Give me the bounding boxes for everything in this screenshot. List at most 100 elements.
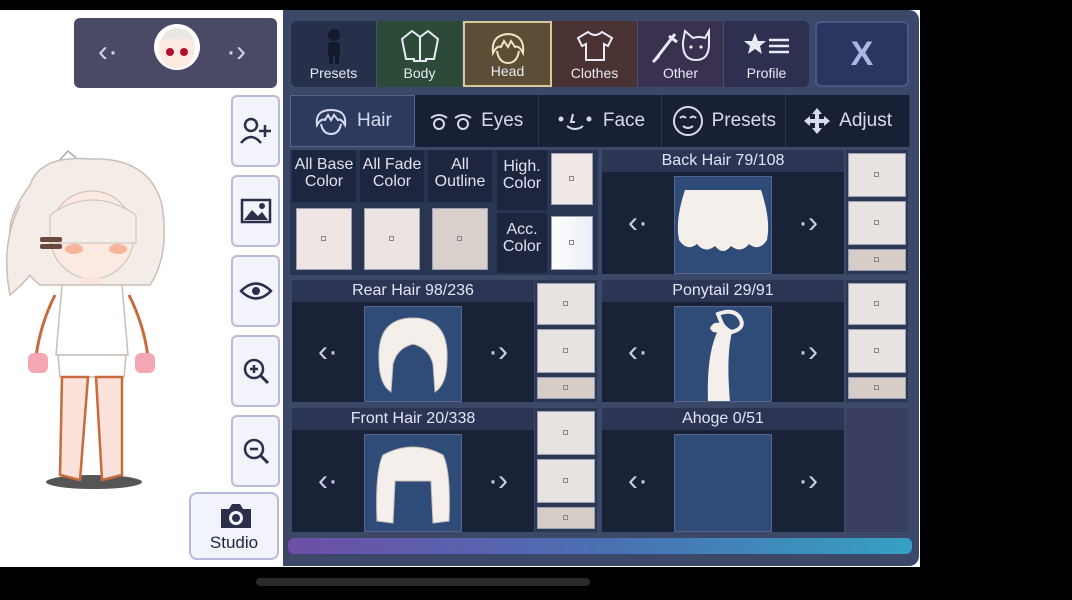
silhouette-icon [327, 29, 340, 64]
rear-hair-next-arrow-icon[interactable]: ·› [462, 302, 534, 402]
studio-button[interactable]: Studio [189, 492, 279, 560]
head-subtabs: Hair Eyes Face Presets Adjust [290, 95, 910, 147]
category-profile[interactable]: Profile [724, 21, 809, 87]
shirt-icon [576, 30, 613, 61]
all-base-color-swatch[interactable] [296, 208, 352, 270]
hair-icon [491, 32, 524, 65]
ahoge-next-arrow-icon[interactable]: ·› [772, 430, 844, 532]
eyes-icon [430, 114, 472, 130]
camera-icon [221, 504, 251, 528]
star-list-icon [743, 33, 789, 54]
toggle-visibility-button[interactable] [231, 255, 280, 327]
tab-face[interactable]: Face [539, 95, 663, 147]
ahoge-selector: Ahoge 0/51 ‹· ·› [602, 408, 844, 532]
tab-eyes[interactable]: Eyes [415, 95, 539, 147]
tab-presets[interactable]: Presets [662, 95, 787, 147]
all-base-color-label: All Base Color [292, 150, 356, 202]
rear-hair-color-swatch[interactable] [537, 329, 595, 373]
acc-color-label: Acc. Color [497, 213, 547, 273]
character-selector: ‹· ·› [74, 18, 277, 88]
ponytail-outline-swatch[interactable] [848, 377, 906, 399]
eye-icon [238, 282, 273, 300]
ponytail-preview[interactable] [674, 306, 772, 402]
ponytail-title: Ponytail 29/91 [602, 280, 844, 302]
front-hair-selector: Front Hair 20/338 ‹· ·› [292, 408, 534, 532]
add-character-button[interactable] [231, 95, 280, 167]
front-hair-color-swatch[interactable] [537, 411, 595, 455]
back-hair-selector: Back Hair 79/108 ‹· ·› [602, 150, 844, 274]
zoom-in-icon [243, 358, 269, 385]
category-label: Presets [309, 65, 358, 81]
all-fade-color-swatch[interactable] [364, 208, 420, 270]
category-presets[interactable]: Presets [291, 21, 377, 87]
face-icon [558, 113, 592, 130]
tab-label: Hair [356, 110, 392, 131]
zoom-out-button[interactable] [231, 415, 280, 487]
front-hair-preview[interactable] [364, 434, 462, 532]
back-hair-outline-swatch[interactable] [848, 249, 906, 271]
jacket-icon [400, 29, 439, 62]
back-hair-title: Back Hair 79/108 [602, 150, 844, 172]
front-hair-next-arrow-icon[interactable]: ·› [462, 430, 534, 532]
tab-label: Eyes [481, 110, 524, 131]
screen-edge [920, 0, 1072, 600]
acc-color-swatch[interactable] [551, 216, 593, 270]
category-body[interactable]: Body [377, 21, 463, 87]
ahoge-preview[interactable] [674, 434, 772, 532]
ahoge-prev-arrow-icon[interactable]: ‹· [602, 430, 674, 532]
category-label: Body [403, 65, 436, 81]
sword-cat-icon [651, 28, 710, 64]
tab-label: Presets [711, 110, 776, 131]
tab-label: Adjust [839, 110, 892, 131]
front-hair-color-swatch[interactable] [537, 459, 595, 503]
image-icon [240, 198, 271, 224]
category-clothes[interactable]: Clothes [552, 21, 638, 87]
all-fade-color-label: All Fade Color [360, 150, 424, 202]
category-other[interactable]: Other [638, 21, 724, 87]
back-hair-preview[interactable] [674, 176, 772, 274]
home-indicator[interactable] [256, 578, 590, 586]
background-button[interactable] [231, 175, 280, 247]
hair-icon [315, 108, 347, 135]
category-head[interactable]: Head [463, 21, 552, 87]
zoom-in-button[interactable] [231, 335, 280, 407]
next-character-arrow-icon[interactable]: ·› [226, 32, 246, 72]
category-label: Clothes [570, 65, 619, 81]
back-hair-prev-arrow-icon[interactable]: ‹· [602, 172, 674, 274]
zoom-out-icon [243, 438, 269, 465]
prev-character-arrow-icon[interactable]: ‹· [98, 32, 118, 72]
rear-hair-outline-swatch[interactable] [537, 377, 595, 399]
rear-hair-selector: Rear Hair 98/236 ‹· ·› [292, 280, 534, 402]
back-hair-next-arrow-icon[interactable]: ·› [772, 172, 844, 274]
front-hair-outline-swatch[interactable] [537, 507, 595, 529]
front-hair-prev-arrow-icon[interactable]: ‹· [292, 430, 364, 532]
ahoge-title: Ahoge 0/51 [602, 408, 844, 430]
high-color-label: High. Color [497, 150, 547, 210]
close-button[interactable]: X [815, 21, 909, 87]
ponytail-prev-arrow-icon[interactable]: ‹· [602, 302, 674, 402]
panel-bottom-bar [288, 538, 912, 554]
ponytail-next-arrow-icon[interactable]: ·› [772, 302, 844, 402]
ponytail-selector: Ponytail 29/91 ‹· ·› [602, 280, 844, 402]
all-outline-label: All Outline [428, 150, 492, 202]
ponytail-color-swatch[interactable] [848, 283, 906, 325]
tab-hair[interactable]: Hair [290, 95, 415, 147]
category-label: Other [662, 65, 698, 81]
high-color-swatch[interactable] [551, 153, 593, 205]
ponytail-color-swatch[interactable] [848, 329, 906, 373]
face-preset-icon [672, 106, 703, 136]
all-outline-swatch[interactable] [432, 208, 488, 270]
character-preview[interactable] [0, 145, 185, 495]
rear-hair-preview[interactable] [364, 306, 462, 402]
back-hair-color-swatch[interactable] [848, 153, 906, 197]
add-user-icon [239, 117, 271, 144]
ahoge-colors [846, 408, 908, 532]
back-hair-color-swatch[interactable] [848, 201, 906, 245]
tab-adjust[interactable]: Adjust [786, 95, 910, 147]
rear-hair-prev-arrow-icon[interactable]: ‹· [292, 302, 364, 402]
character-avatar[interactable] [154, 24, 200, 70]
front-hair-title: Front Hair 20/338 [292, 408, 534, 430]
tab-label: Face [602, 110, 646, 131]
rear-hair-title: Rear Hair 98/236 [292, 280, 534, 302]
rear-hair-color-swatch[interactable] [537, 283, 595, 325]
